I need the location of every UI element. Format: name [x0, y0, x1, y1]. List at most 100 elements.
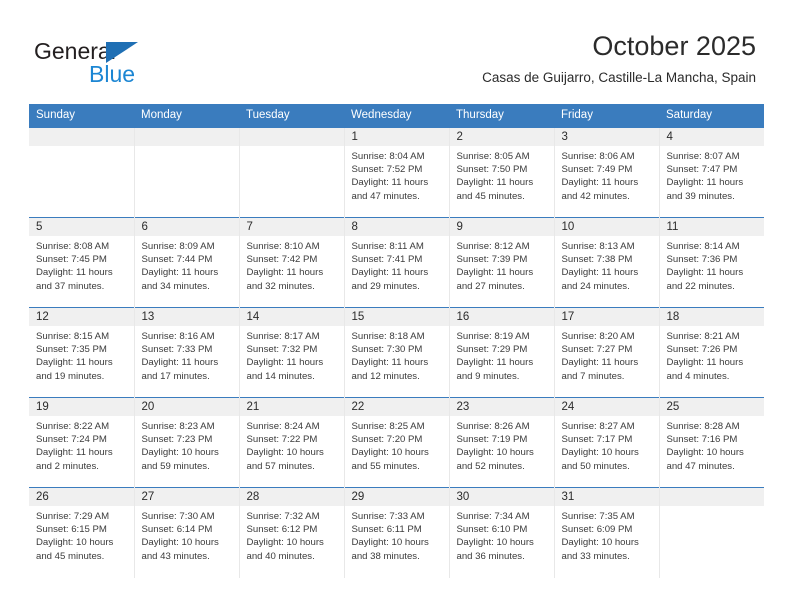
calendar-day-cell[interactable]: 10 Sunrise: 8:13 AM Sunset: 7:38 PM Dayligh…	[553, 217, 659, 308]
calendar-day-cell[interactable]: 13 Sunrise: 8:16 AM Sunset: 7:33 PM Dayligh…	[133, 307, 239, 398]
day-detail-line: Daylight: 11 hours	[36, 357, 113, 369]
calendar-day-cell[interactable]: 14 Sunrise: 8:17 AM Sunset: 7:32 PM Dayligh…	[238, 307, 344, 398]
calendar-day-cell[interactable]: 2 Sunrise: 8:05 AM Sunset: 7:50 PM Daylight…	[448, 127, 554, 218]
day-detail-line: Sunset: 7:16 PM	[666, 434, 738, 446]
generalblue-logo: General Blue	[34, 38, 174, 87]
calendar-day-cell[interactable]: 4 Sunrise: 8:07 AM Sunset: 7:47 PM Daylight…	[658, 127, 764, 218]
day-detail-line: Sunset: 6:10 PM	[456, 524, 528, 536]
calendar-day-cell[interactable]: 27 Sunrise: 7:30 AM Sunset: 6:14 PM Dayligh…	[133, 487, 239, 578]
calendar-day-cell[interactable]: 26 Sunrise: 7:29 AM Sunset: 6:15 PM Dayligh…	[29, 487, 134, 578]
day-detail-line: Sunset: 7:26 PM	[666, 344, 738, 356]
calendar-day-cell[interactable]: 20 Sunrise: 8:23 AM Sunset: 7:23 PM Dayligh…	[133, 397, 239, 488]
day-detail-line: and 57 minutes.	[246, 460, 315, 472]
day-detail-line: Sunset: 7:52 PM	[351, 164, 423, 176]
day-detail-line: Daylight: 10 hours	[351, 447, 429, 459]
day-detail-line: Sunrise: 8:16 AM	[141, 331, 215, 342]
day-number: 2	[449, 128, 554, 146]
day-detail-text: Sunrise: 8:22 AM Sunset: 7:24 PM Daylight:…	[29, 416, 134, 473]
day-detail-line: Daylight: 10 hours	[246, 537, 324, 549]
day-detail-line: Daylight: 11 hours	[351, 357, 429, 369]
day-detail-line: Daylight: 11 hours	[141, 267, 219, 279]
calendar-day-cell[interactable]: 6 Sunrise: 8:09 AM Sunset: 7:44 PM Daylight…	[133, 217, 239, 308]
day-number: 29	[344, 488, 449, 506]
triangle-icon	[106, 42, 138, 63]
day-detail-line: Sunset: 7:20 PM	[351, 434, 423, 446]
day-detail-line: and 4 minutes.	[666, 370, 730, 382]
day-detail-line: and 40 minutes.	[246, 550, 315, 562]
calendar-week-row: 5 Sunrise: 8:08 AM Sunset: 7:45 PM Daylight…	[29, 217, 765, 308]
day-detail-line: Sunrise: 8:23 AM	[141, 421, 215, 432]
calendar-day-cell[interactable]: 12 Sunrise: 8:15 AM Sunset: 7:35 PM Dayligh…	[29, 307, 134, 398]
calendar-day-cell[interactable]: 15 Sunrise: 8:18 AM Sunset: 7:30 PM Dayligh…	[343, 307, 449, 398]
calendar-day-cell[interactable]: 17 Sunrise: 8:20 AM Sunset: 7:27 PM Dayligh…	[553, 307, 659, 398]
day-detail-text: Sunrise: 8:21 AM Sunset: 7:26 PM Daylight:…	[660, 326, 765, 383]
calendar-day-cell[interactable]: 28 Sunrise: 7:32 AM Sunset: 6:12 PM Dayligh…	[238, 487, 344, 578]
day-number: 23	[449, 398, 554, 416]
day-number: 28	[239, 488, 344, 506]
day-detail-line: Daylight: 11 hours	[561, 357, 639, 369]
day-number: 8	[344, 218, 449, 236]
calendar-day-cell[interactable]: 24 Sunrise: 8:27 AM Sunset: 7:17 PM Dayligh…	[553, 397, 659, 488]
day-detail-text: Sunrise: 7:32 AM Sunset: 6:12 PM Daylight:…	[240, 506, 344, 563]
day-detail-text: Sunrise: 8:18 AM Sunset: 7:30 PM Daylight:…	[345, 326, 449, 383]
calendar-day-cell[interactable]: 21 Sunrise: 8:24 AM Sunset: 7:22 PM Dayligh…	[238, 397, 344, 488]
day-detail-line: Sunrise: 8:06 AM	[561, 151, 635, 162]
day-detail-line: Sunset: 7:22 PM	[246, 434, 318, 446]
day-detail-line: Sunrise: 8:21 AM	[666, 331, 740, 342]
weekday-header-wednesday: Wednesday	[344, 104, 449, 128]
calendar-week-row: 19 Sunrise: 8:22 AM Sunset: 7:24 PM Dayligh…	[29, 397, 764, 488]
day-detail-line: Sunset: 7:44 PM	[141, 254, 213, 266]
calendar-day-cell[interactable]: 25 Sunrise: 8:28 AM Sunset: 7:16 PM Dayligh…	[658, 397, 764, 488]
calendar-day-cell[interactable]: 8 Sunrise: 8:11 AM Sunset: 7:41 PM Daylight…	[343, 217, 449, 308]
calendar-day-cell[interactable]: 18 Sunrise: 8:21 AM Sunset: 7:26 PM Dayligh…	[658, 307, 765, 398]
day-detail-line: Sunset: 6:15 PM	[36, 524, 107, 536]
calendar-day-cell[interactable]: 7 Sunrise: 8:10 AM Sunset: 7:42 PM Daylight…	[238, 217, 344, 308]
calendar-cell-empty	[658, 487, 764, 578]
weekday-header-monday: Monday	[134, 104, 239, 128]
day-detail-line: and 2 minutes.	[36, 460, 99, 472]
day-detail-text: Sunrise: 8:16 AM Sunset: 7:33 PM Daylight:…	[135, 326, 239, 383]
calendar-day-cell[interactable]: 16 Sunrise: 8:19 AM Sunset: 7:29 PM Dayligh…	[448, 307, 554, 398]
calendar-day-cell[interactable]: 23 Sunrise: 8:26 AM Sunset: 7:19 PM Dayligh…	[448, 397, 554, 488]
calendar-day-cell[interactable]: 29 Sunrise: 7:33 AM Sunset: 6:11 PM Dayligh…	[343, 487, 449, 578]
day-detail-text: Sunrise: 8:14 AM Sunset: 7:36 PM Daylight:…	[660, 236, 765, 293]
day-detail-line: Sunset: 7:33 PM	[141, 344, 213, 356]
day-detail-line: Sunrise: 8:12 AM	[456, 241, 530, 252]
day-detail-line: Sunset: 7:49 PM	[561, 164, 633, 176]
calendar-day-cell[interactable]: 5 Sunrise: 8:08 AM Sunset: 7:45 PM Daylight…	[29, 217, 134, 308]
weekday-header-tuesday: Tuesday	[239, 104, 344, 128]
day-detail-line: Sunset: 7:50 PM	[456, 164, 528, 176]
day-detail-line: Daylight: 11 hours	[456, 267, 534, 279]
day-detail-line: and 47 minutes.	[351, 190, 420, 202]
day-detail-text: Sunrise: 8:04 AM Sunset: 7:52 PM Daylight:…	[345, 146, 449, 203]
calendar-week-row: 12 Sunrise: 8:15 AM Sunset: 7:35 PM Dayligh…	[29, 307, 765, 398]
day-number: 20	[134, 398, 239, 416]
calendar-day-cell[interactable]: 3 Sunrise: 8:06 AM Sunset: 7:49 PM Daylight…	[553, 127, 659, 218]
day-detail-line: Sunrise: 8:10 AM	[246, 241, 320, 252]
day-detail-line: Daylight: 11 hours	[666, 267, 744, 279]
day-number: 31	[554, 488, 659, 506]
calendar-day-cell[interactable]: 31 Sunrise: 7:35 AM Sunset: 6:09 PM Dayligh…	[553, 487, 659, 578]
day-detail-line: Sunrise: 8:20 AM	[561, 331, 635, 342]
day-detail-line: Sunrise: 8:15 AM	[36, 331, 110, 342]
day-detail-line: and 7 minutes.	[561, 370, 625, 382]
calendar-cell-empty	[133, 127, 239, 218]
day-detail-line: Sunset: 7:45 PM	[36, 254, 107, 266]
day-number: 16	[449, 308, 554, 326]
calendar-day-cell[interactable]: 19 Sunrise: 8:22 AM Sunset: 7:24 PM Dayligh…	[29, 397, 134, 488]
day-detail-text: Sunrise: 8:19 AM Sunset: 7:29 PM Daylight:…	[450, 326, 554, 383]
calendar-day-cell[interactable]: 22 Sunrise: 8:25 AM Sunset: 7:20 PM Dayligh…	[343, 397, 449, 488]
weekday-header-sunday: Sunday	[29, 104, 134, 128]
day-number: 10	[554, 218, 659, 236]
day-detail-line: Daylight: 10 hours	[561, 447, 639, 459]
calendar-day-cell[interactable]: 11 Sunrise: 8:14 AM Sunset: 7:36 PM Dayligh…	[658, 217, 765, 308]
day-detail-line: Sunrise: 7:33 AM	[351, 511, 425, 522]
day-number: 1	[344, 128, 449, 146]
day-detail-line: Daylight: 11 hours	[351, 267, 429, 279]
calendar-day-cell[interactable]: 9 Sunrise: 8:12 AM Sunset: 7:39 PM Daylight…	[448, 217, 554, 308]
calendar-day-cell[interactable]: 30 Sunrise: 7:34 AM Sunset: 6:10 PM Dayligh…	[448, 487, 554, 578]
day-detail-line: Sunrise: 8:24 AM	[246, 421, 320, 432]
day-detail-line: Daylight: 11 hours	[666, 177, 744, 189]
calendar-day-cell[interactable]: 1 Sunrise: 8:04 AM Sunset: 7:52 PM Daylight…	[343, 127, 449, 218]
day-detail-line: Sunrise: 8:13 AM	[561, 241, 635, 252]
